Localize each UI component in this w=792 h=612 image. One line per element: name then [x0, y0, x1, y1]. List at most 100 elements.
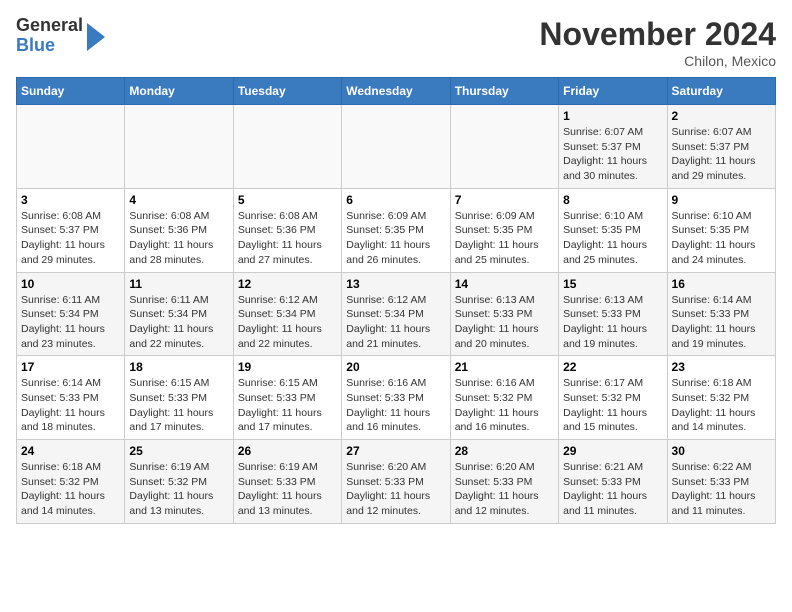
day-number: 28	[455, 444, 554, 458]
calendar-week-row: 1Sunrise: 6:07 AM Sunset: 5:37 PM Daylig…	[17, 105, 776, 189]
calendar-cell	[125, 105, 233, 189]
day-number: 24	[21, 444, 120, 458]
logo-text: General Blue	[16, 16, 83, 56]
calendar-cell: 28 Sunrise: 6:20 AM Sunset: 5:33 PM Dayli…	[450, 440, 558, 524]
day-number: 5	[238, 193, 337, 207]
day-number: 4	[129, 193, 228, 207]
calendar-cell: 13 Sunrise: 6:12 AM Sunset: 5:34 PM Dayli…	[342, 272, 450, 356]
day-info: Sunrise: 6:14 AM Sunset: 5:33 PM Dayligh…	[21, 376, 120, 435]
calendar-cell: 29 Sunrise: 6:21 AM Sunset: 5:33 PM Dayli…	[559, 440, 667, 524]
calendar-cell: 2Sunrise: 6:07 AM Sunset: 5:37 PM Daylig…	[667, 105, 775, 189]
calendar-cell: 4 Sunrise: 6:08 AM Sunset: 5:36 PM Daylig…	[125, 188, 233, 272]
calendar-cell: 8 Sunrise: 6:10 AM Sunset: 5:35 PM Daylig…	[559, 188, 667, 272]
day-of-week-header: Saturday	[667, 78, 775, 105]
day-number: 3	[21, 193, 120, 207]
day-info: Sunrise: 6:08 AM Sunset: 5:37 PM Dayligh…	[21, 209, 120, 268]
day-number: 22	[563, 360, 662, 374]
calendar-header: SundayMondayTuesdayWednesdayThursdayFrid…	[17, 78, 776, 105]
day-info: Sunrise: 6:20 AM Sunset: 5:33 PM Dayligh…	[346, 460, 445, 519]
day-info: Sunrise: 6:19 AM Sunset: 5:33 PM Dayligh…	[238, 460, 337, 519]
day-number: 16	[672, 277, 771, 291]
day-info: Sunrise: 6:11 AM Sunset: 5:34 PM Dayligh…	[129, 293, 228, 352]
day-number: 8	[563, 193, 662, 207]
day-number: 20	[346, 360, 445, 374]
calendar-cell: 21 Sunrise: 6:16 AM Sunset: 5:32 PM Dayli…	[450, 356, 558, 440]
calendar-cell	[342, 105, 450, 189]
calendar-cell	[233, 105, 341, 189]
day-info: Sunrise: 6:20 AM Sunset: 5:33 PM Dayligh…	[455, 460, 554, 519]
calendar-cell: 9Sunrise: 6:10 AM Sunset: 5:35 PM Daylig…	[667, 188, 775, 272]
calendar-week-row: 10 Sunrise: 6:11 AM Sunset: 5:34 PM Dayli…	[17, 272, 776, 356]
calendar-cell: 3 Sunrise: 6:08 AM Sunset: 5:37 PM Daylig…	[17, 188, 125, 272]
calendar-cell: 14 Sunrise: 6:13 AM Sunset: 5:33 PM Dayli…	[450, 272, 558, 356]
page-header: General Blue November 2024 Chilon, Mexic…	[16, 16, 776, 69]
calendar-cell: 18 Sunrise: 6:15 AM Sunset: 5:33 PM Dayli…	[125, 356, 233, 440]
day-info: Sunrise: 6:22 AM Sunset: 5:33 PM Dayligh…	[672, 460, 771, 519]
day-number: 17	[21, 360, 120, 374]
calendar-cell: 6 Sunrise: 6:09 AM Sunset: 5:35 PM Daylig…	[342, 188, 450, 272]
calendar-cell: 19 Sunrise: 6:15 AM Sunset: 5:33 PM Dayli…	[233, 356, 341, 440]
day-info: Sunrise: 6:12 AM Sunset: 5:34 PM Dayligh…	[346, 293, 445, 352]
calendar-week-row: 24 Sunrise: 6:18 AM Sunset: 5:32 PM Dayli…	[17, 440, 776, 524]
day-info: Sunrise: 6:12 AM Sunset: 5:34 PM Dayligh…	[238, 293, 337, 352]
calendar-cell: 20 Sunrise: 6:16 AM Sunset: 5:33 PM Dayli…	[342, 356, 450, 440]
title-block: November 2024 Chilon, Mexico	[539, 16, 776, 69]
calendar-cell: 1Sunrise: 6:07 AM Sunset: 5:37 PM Daylig…	[559, 105, 667, 189]
logo: General Blue	[16, 16, 105, 56]
day-number: 10	[21, 277, 120, 291]
day-number: 29	[563, 444, 662, 458]
day-info: Sunrise: 6:13 AM Sunset: 5:33 PM Dayligh…	[455, 293, 554, 352]
day-info: Sunrise: 6:19 AM Sunset: 5:32 PM Dayligh…	[129, 460, 228, 519]
calendar-cell: 22 Sunrise: 6:17 AM Sunset: 5:32 PM Dayli…	[559, 356, 667, 440]
day-of-week-header: Wednesday	[342, 78, 450, 105]
calendar-cell: 23 Sunrise: 6:18 AM Sunset: 5:32 PM Dayli…	[667, 356, 775, 440]
day-info: Sunrise: 6:15 AM Sunset: 5:33 PM Dayligh…	[129, 376, 228, 435]
day-info: Sunrise: 6:15 AM Sunset: 5:33 PM Dayligh…	[238, 376, 337, 435]
day-info: Sunrise: 6:14 AM Sunset: 5:33 PM Dayligh…	[672, 293, 771, 352]
logo-arrow-icon	[87, 23, 105, 51]
day-number: 27	[346, 444, 445, 458]
day-number: 30	[672, 444, 771, 458]
day-info: Sunrise: 6:09 AM Sunset: 5:35 PM Dayligh…	[346, 209, 445, 268]
day-number: 21	[455, 360, 554, 374]
calendar-cell: 26 Sunrise: 6:19 AM Sunset: 5:33 PM Dayli…	[233, 440, 341, 524]
day-of-week-header: Friday	[559, 78, 667, 105]
day-number: 11	[129, 277, 228, 291]
calendar-cell: 17 Sunrise: 6:14 AM Sunset: 5:33 PM Dayli…	[17, 356, 125, 440]
logo-blue: Blue	[16, 35, 55, 55]
day-of-week-header: Monday	[125, 78, 233, 105]
calendar-cell	[17, 105, 125, 189]
calendar-cell: 15Sunrise: 6:13 AM Sunset: 5:33 PM Dayli…	[559, 272, 667, 356]
day-number: 26	[238, 444, 337, 458]
calendar-cell: 7 Sunrise: 6:09 AM Sunset: 5:35 PM Daylig…	[450, 188, 558, 272]
day-info: Sunrise: 6:08 AM Sunset: 5:36 PM Dayligh…	[129, 209, 228, 268]
day-header-row: SundayMondayTuesdayWednesdayThursdayFrid…	[17, 78, 776, 105]
day-of-week-header: Tuesday	[233, 78, 341, 105]
day-number: 23	[672, 360, 771, 374]
day-number: 19	[238, 360, 337, 374]
calendar-cell: 25Sunrise: 6:19 AM Sunset: 5:32 PM Dayli…	[125, 440, 233, 524]
day-number: 13	[346, 277, 445, 291]
day-number: 9	[672, 193, 771, 207]
calendar-cell: 5Sunrise: 6:08 AM Sunset: 5:36 PM Daylig…	[233, 188, 341, 272]
day-of-week-header: Thursday	[450, 78, 558, 105]
day-info: Sunrise: 6:10 AM Sunset: 5:35 PM Dayligh…	[563, 209, 662, 268]
day-info: Sunrise: 6:17 AM Sunset: 5:32 PM Dayligh…	[563, 376, 662, 435]
day-number: 7	[455, 193, 554, 207]
day-info: Sunrise: 6:18 AM Sunset: 5:32 PM Dayligh…	[672, 376, 771, 435]
day-info: Sunrise: 6:18 AM Sunset: 5:32 PM Dayligh…	[21, 460, 120, 519]
day-number: 14	[455, 277, 554, 291]
day-of-week-header: Sunday	[17, 78, 125, 105]
day-number: 2	[672, 109, 771, 123]
day-number: 1	[563, 109, 662, 123]
calendar-cell: 11 Sunrise: 6:11 AM Sunset: 5:34 PM Dayli…	[125, 272, 233, 356]
calendar-cell: 16 Sunrise: 6:14 AM Sunset: 5:33 PM Dayli…	[667, 272, 775, 356]
day-number: 12	[238, 277, 337, 291]
day-number: 18	[129, 360, 228, 374]
day-info: Sunrise: 6:09 AM Sunset: 5:35 PM Dayligh…	[455, 209, 554, 268]
day-info: Sunrise: 6:21 AM Sunset: 5:33 PM Dayligh…	[563, 460, 662, 519]
calendar-body: 1Sunrise: 6:07 AM Sunset: 5:37 PM Daylig…	[17, 105, 776, 524]
day-number: 6	[346, 193, 445, 207]
day-info: Sunrise: 6:16 AM Sunset: 5:33 PM Dayligh…	[346, 376, 445, 435]
day-info: Sunrise: 6:16 AM Sunset: 5:32 PM Dayligh…	[455, 376, 554, 435]
